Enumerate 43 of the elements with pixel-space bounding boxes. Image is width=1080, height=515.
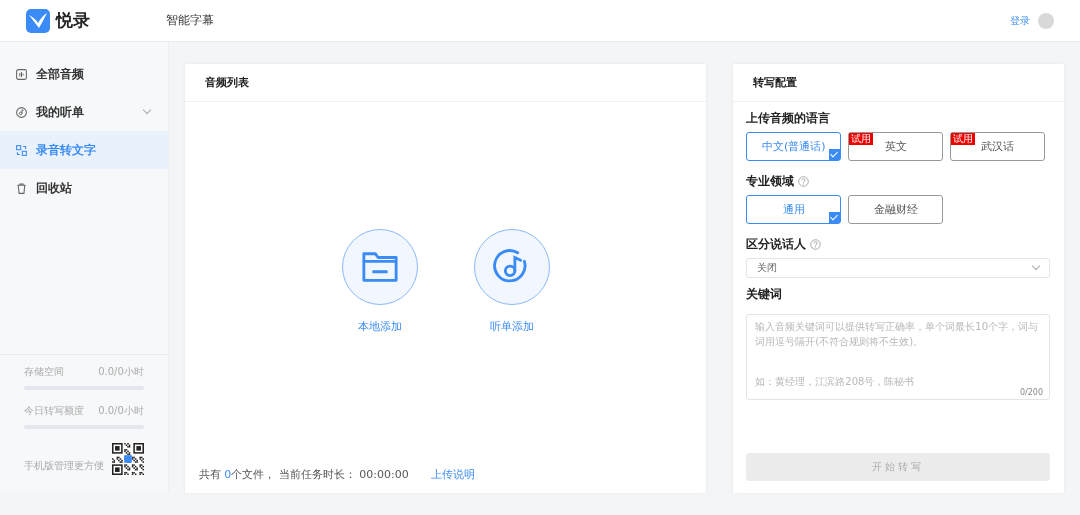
action-label[interactable]: 听单添加 [489,319,534,334]
quota-label: 存储空间 [24,365,64,379]
help-icon[interactable] [798,176,810,187]
convert-icon [15,143,28,157]
quota-reading: 0.0/0小时 [98,404,144,418]
option-button[interactable]: 金融财经 [848,195,944,224]
login-link[interactable]: 登录 [1010,13,1030,28]
example-hint: 如：黄经理，江滨路208号，陈秘书 [755,375,915,389]
nav-title[interactable]: 智能字幕 [166,12,214,29]
speaker-select[interactable]: 关闭 [746,258,1050,278]
option-button[interactable]: 武汉话 试用 [950,132,1046,161]
char-counter: 0/200 [1019,388,1043,397]
quota-label: 今日转写额度 [24,404,84,418]
mobile-hint: 手机版管理更方便 [24,459,104,473]
trash-icon [15,181,28,195]
section-label: 区分说话人 [746,236,807,253]
sidebar-item[interactable]: 回收站 [0,169,168,207]
check-icon [829,149,841,160]
waveform-icon [15,67,28,81]
section-label: 专业领域 [746,173,795,190]
check-icon [829,212,841,223]
select-value: 关闭 [757,261,778,275]
action-label[interactable]: 本地添加 [357,319,402,334]
panel-title: 转写配置 [733,64,1064,102]
option-button[interactable]: 中文(普通话) [746,132,842,161]
sidebar-item[interactable]: 录音转文字 [0,131,168,169]
file-count-text: 共有 0个文件， 当前任务时长： 00:00:00 [198,466,409,482]
upload-help-link[interactable]: 上传说明 [430,466,475,482]
sidebar-item[interactable]: 我的听单 [0,93,168,131]
qr-code-icon [111,443,144,475]
quota-reading: 0.0/0小时 [98,365,144,379]
sidebar-item[interactable]: 全部音频 [0,55,168,93]
section-label: 上传音频的语言 [746,110,831,127]
panel-title: 音频列表 [184,64,707,102]
help-icon[interactable] [810,239,822,250]
trial-badge: 试用 [951,133,976,145]
brand-name: 悦录 [56,9,90,32]
section-label: 关键词 [746,286,783,303]
option-button[interactable]: 英文 试用 [848,132,944,161]
music-disc-icon [15,105,28,119]
trial-badge: 试用 [849,133,874,145]
avatar-icon[interactable] [1038,12,1054,29]
option-button[interactable]: 通用 [746,195,842,224]
